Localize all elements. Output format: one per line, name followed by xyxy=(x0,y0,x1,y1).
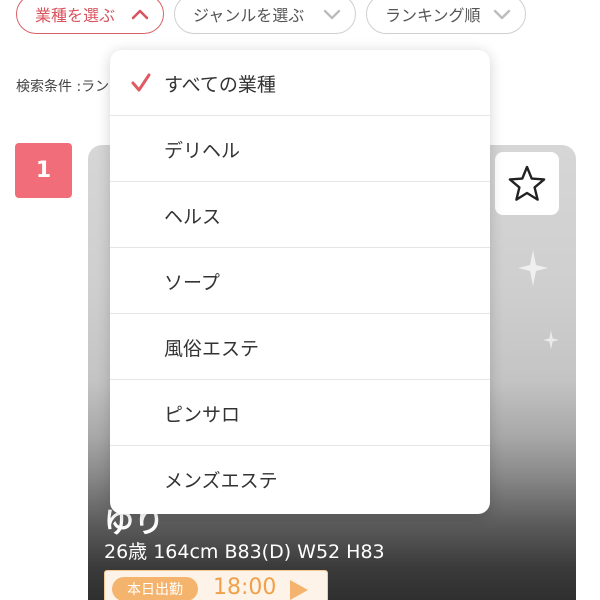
sort-order-label: ランキング順 xyxy=(385,6,481,25)
dropdown-item-label: メンズエステ xyxy=(164,469,278,492)
sort-order-button[interactable]: ランキング順 xyxy=(366,0,526,34)
schedule-box[interactable]: 本日出勤 18:00 xyxy=(104,570,328,600)
business-type-filter-button[interactable]: 業種を選ぶ xyxy=(16,0,164,34)
rank-badge: 1 xyxy=(15,143,72,198)
dropdown-item-health[interactable]: ヘルス xyxy=(110,182,490,248)
dropdown-item-label: ピンサロ xyxy=(164,403,241,426)
play-icon xyxy=(290,580,308,600)
checkmark-icon xyxy=(131,73,151,92)
favorite-button[interactable] xyxy=(495,152,559,215)
genre-filter-button[interactable]: ジャンルを選ぶ xyxy=(174,0,356,34)
dropdown-item-label: ソープ xyxy=(164,271,220,294)
dropdown-item-all[interactable]: すべての業種 xyxy=(110,50,490,116)
chevron-up-icon xyxy=(131,9,149,20)
dropdown-item-mens-esthe[interactable]: メンズエステ xyxy=(110,446,490,512)
star-icon xyxy=(508,165,546,201)
genre-filter-label: ジャンルを選ぶ xyxy=(193,6,305,25)
dropdown-item-deliheal[interactable]: デリヘル xyxy=(110,116,490,182)
chevron-down-icon xyxy=(323,9,341,20)
sparkle-icon xyxy=(518,250,548,286)
business-type-filter-label: 業種を選ぶ xyxy=(35,6,116,25)
chevron-down-icon xyxy=(493,9,511,20)
dropdown-item-label: ヘルス xyxy=(164,205,222,228)
girl-stats: 26歳 164cm B83(D) W52 H83 xyxy=(104,541,385,563)
search-condition-text: 検索条件 :ラン xyxy=(16,79,110,95)
dropdown-item-label: デリヘル xyxy=(164,139,241,162)
dropdown-item-label: すべての業種 xyxy=(164,73,276,96)
schedule-time: 18:00 xyxy=(213,575,277,600)
dropdown-item-esthe[interactable]: 風俗エステ xyxy=(110,314,490,380)
dropdown-item-soap[interactable]: ソープ xyxy=(110,248,490,314)
sparkle-icon xyxy=(543,330,559,350)
dropdown-item-label: 風俗エステ xyxy=(164,337,260,360)
business-type-dropdown: すべての業種 デリヘル ヘルス ソープ 風俗エステ ピンサロ メンズエステ xyxy=(110,50,490,514)
dropdown-item-pinsaro[interactable]: ピンサロ xyxy=(110,380,490,446)
today-attendance-badge: 本日出勤 xyxy=(112,577,198,600)
